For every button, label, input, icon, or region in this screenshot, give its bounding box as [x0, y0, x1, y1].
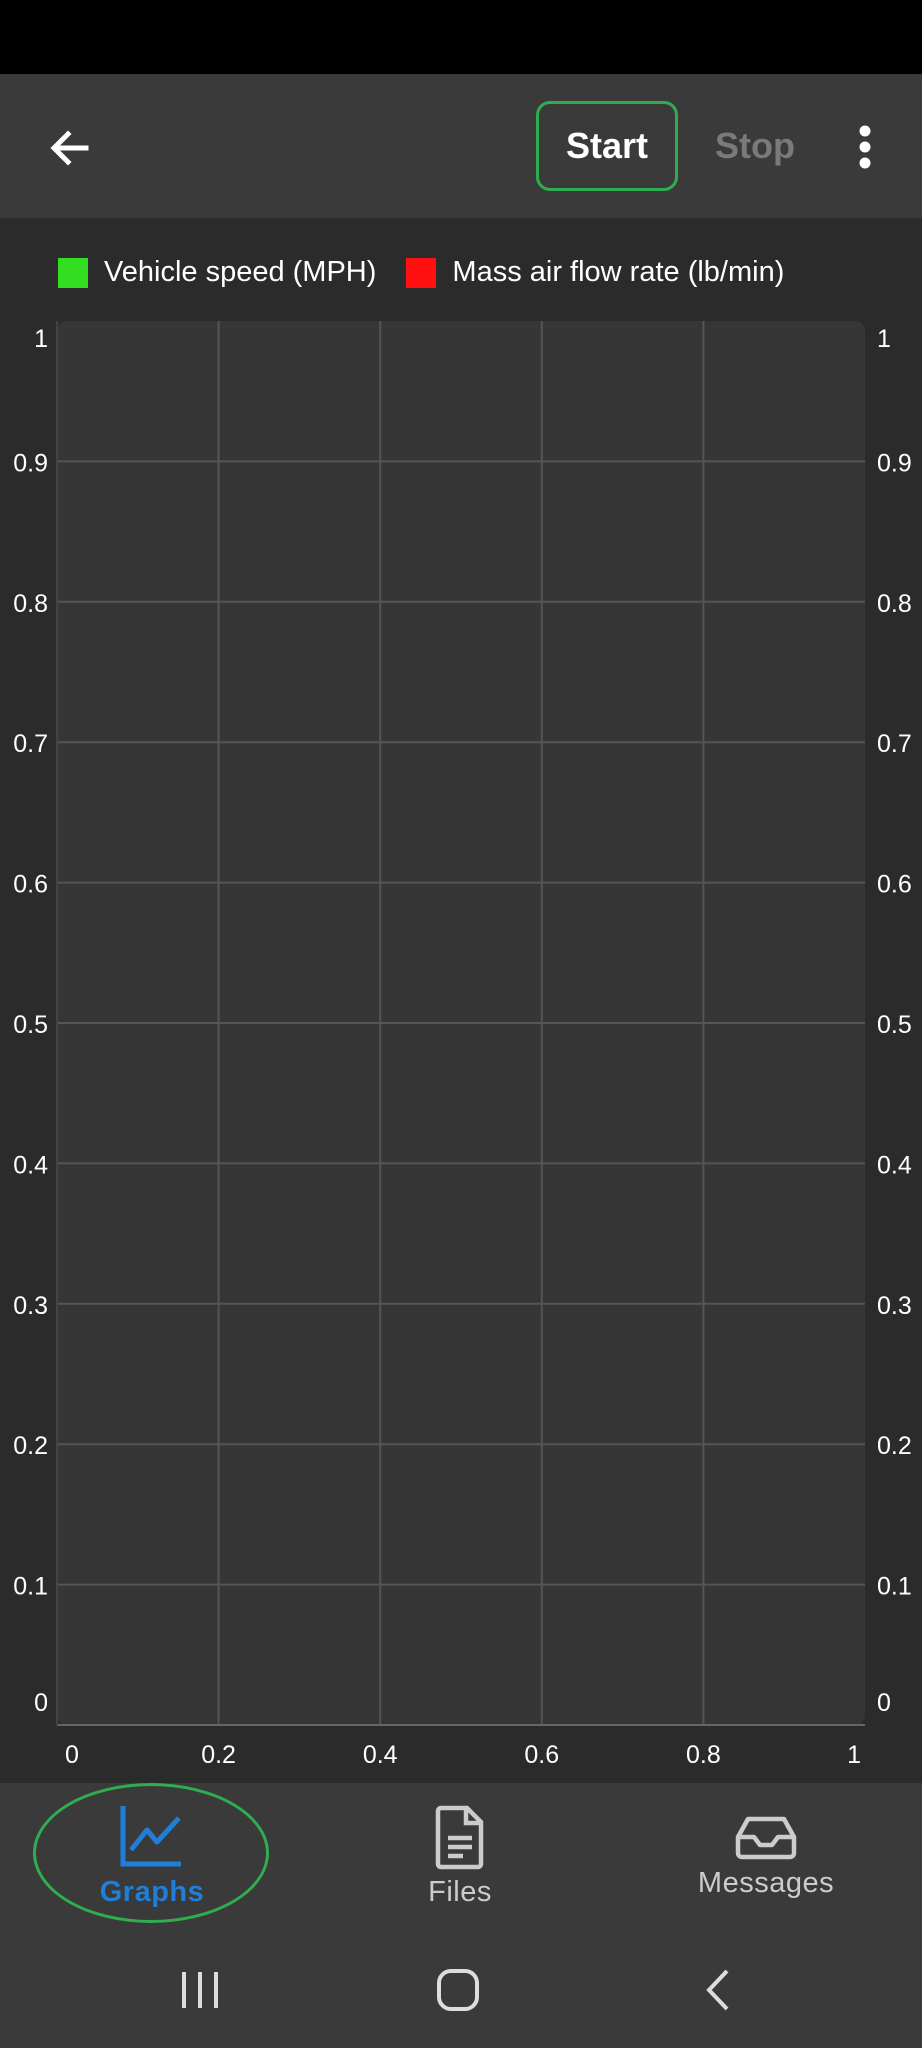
- y-axis-tick-label: 0.4: [13, 1151, 48, 1179]
- x-axis-tick-label: 1: [847, 1741, 861, 1769]
- y2-axis-tick-label: 0.7: [877, 730, 912, 758]
- home-icon: [437, 1969, 479, 2011]
- y-axis-tick-label: 0.1: [13, 1573, 48, 1601]
- y-axis-tick-label: 0.9: [13, 449, 48, 477]
- system-navigation-bar: [0, 1930, 922, 2048]
- system-back-icon: [706, 1969, 729, 2011]
- tab-messages[interactable]: Messages: [666, 1783, 866, 1930]
- tab-messages-label: Messages: [697, 1867, 835, 1899]
- y-axis-tick-label: 0.8: [13, 590, 48, 618]
- recents-icon: [182, 1972, 218, 2008]
- x-axis-tick-label: 0: [65, 1741, 79, 1769]
- y-axis-tick-label: 0.2: [13, 1432, 48, 1460]
- tab-files-label: Files: [428, 1876, 492, 1908]
- y2-axis-tick-label: 1: [877, 325, 891, 353]
- inbox-icon: [735, 1816, 797, 1860]
- y-axis-tick-label: 0.3: [13, 1292, 48, 1320]
- chart-area: Vehicle speed (MPH) Mass air flow rate (…: [0, 218, 922, 1783]
- y2-axis-tick-label: 0.9: [877, 449, 912, 477]
- x-axis-tick-label: 0.4: [363, 1741, 398, 1769]
- more-options-button[interactable]: [840, 114, 890, 180]
- app-bar: Start Stop: [0, 74, 922, 218]
- y-axis-tick-label: 0.6: [13, 871, 48, 899]
- x-axis-tick-label: 0.6: [524, 1741, 559, 1769]
- y2-axis-tick-label: 0.5: [877, 1011, 912, 1039]
- y2-axis-tick-label: 0.1: [877, 1573, 912, 1601]
- y-axis-tick-label: 0.7: [13, 730, 48, 758]
- more-vert-icon: [859, 125, 871, 169]
- x-axis-tick-label: 0.2: [201, 1741, 236, 1769]
- y2-axis-tick-label: 0.3: [877, 1292, 912, 1320]
- document-icon: [435, 1805, 484, 1870]
- arrow-left-icon: [50, 130, 89, 166]
- start-button[interactable]: Start: [536, 101, 678, 191]
- x-axis-tick-label: 0.8: [686, 1741, 721, 1769]
- y2-axis-tick-label: 0.6: [877, 871, 912, 899]
- line-chart[interactable]: 0 00.1 0.10.2 0.20.3 0.30.4 0.40.5 0.50.6 0.60.…: [0, 218, 922, 1783]
- stop-button[interactable]: Stop: [700, 101, 810, 191]
- line-chart-icon: [120, 1806, 181, 1867]
- back-button[interactable]: [30, 108, 110, 188]
- y2-axis-tick-label: 0: [877, 1689, 891, 1717]
- y2-axis-tick-label: 0.2: [877, 1432, 912, 1460]
- y-axis-tick-label: 1: [34, 325, 48, 353]
- recents-button[interactable]: [165, 1960, 235, 2020]
- home-button[interactable]: [423, 1960, 493, 2020]
- system-back-button[interactable]: [683, 1960, 753, 2020]
- tab-graphs[interactable]: Graphs: [52, 1783, 252, 1930]
- tab-files[interactable]: Files: [360, 1783, 560, 1930]
- bottom-navigation: Graphs Files Messages: [0, 1783, 922, 1930]
- y2-axis-tick-label: 0.8: [877, 590, 912, 618]
- y-axis-tick-label: 0: [34, 1689, 48, 1717]
- y-axis-tick-label: 0.5: [13, 1011, 48, 1039]
- status-bar: [0, 0, 922, 74]
- tab-graphs-label: Graphs: [99, 1876, 205, 1908]
- y2-axis-tick-label: 0.4: [877, 1151, 912, 1179]
